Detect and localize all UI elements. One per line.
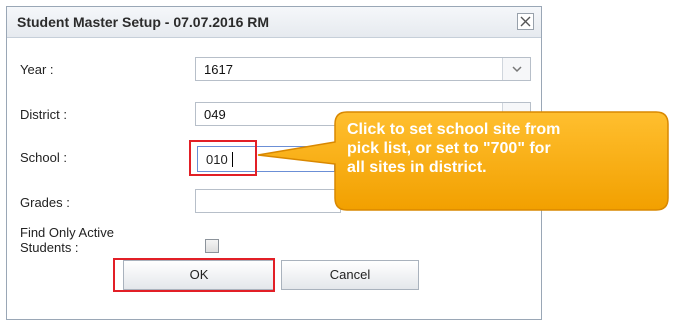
ok-highlight-box — [113, 258, 275, 292]
chevron-down-icon — [512, 111, 522, 118]
callout-line2: pick list, or set to "700" for — [347, 140, 551, 157]
active-students-label-line1: Find Only Active — [20, 225, 114, 240]
district-value: 049 — [204, 107, 226, 122]
year-dropdown-button[interactable] — [502, 58, 530, 80]
callout-line1: Click to set school site from — [347, 121, 561, 138]
close-icon — [520, 16, 531, 27]
chevron-down-icon — [512, 66, 522, 73]
close-button[interactable] — [517, 13, 534, 30]
grades-label: Grades : — [20, 195, 70, 210]
year-select[interactable]: 1617 — [195, 57, 531, 81]
year-label: Year : — [20, 62, 54, 77]
cancel-button[interactable]: Cancel — [281, 260, 419, 290]
dialog-titlebar: Student Master Setup - 07.07.2016 RM — [7, 7, 541, 38]
active-students-checkbox[interactable] — [205, 239, 219, 253]
school-label: School : — [20, 150, 67, 165]
active-students-label-line2: Students : — [20, 240, 79, 255]
year-value: 1617 — [204, 62, 233, 77]
callout-text: Click to set school site from pick list,… — [347, 120, 667, 177]
grades-input[interactable] — [195, 189, 341, 213]
active-students-label: Find Only Active Students : — [20, 225, 114, 255]
dialog-title: Student Master Setup - 07.07.2016 RM — [17, 14, 270, 30]
school-highlight-box — [189, 140, 257, 176]
district-label: District : — [20, 107, 67, 122]
callout-line3: all sites in district. — [347, 159, 487, 176]
